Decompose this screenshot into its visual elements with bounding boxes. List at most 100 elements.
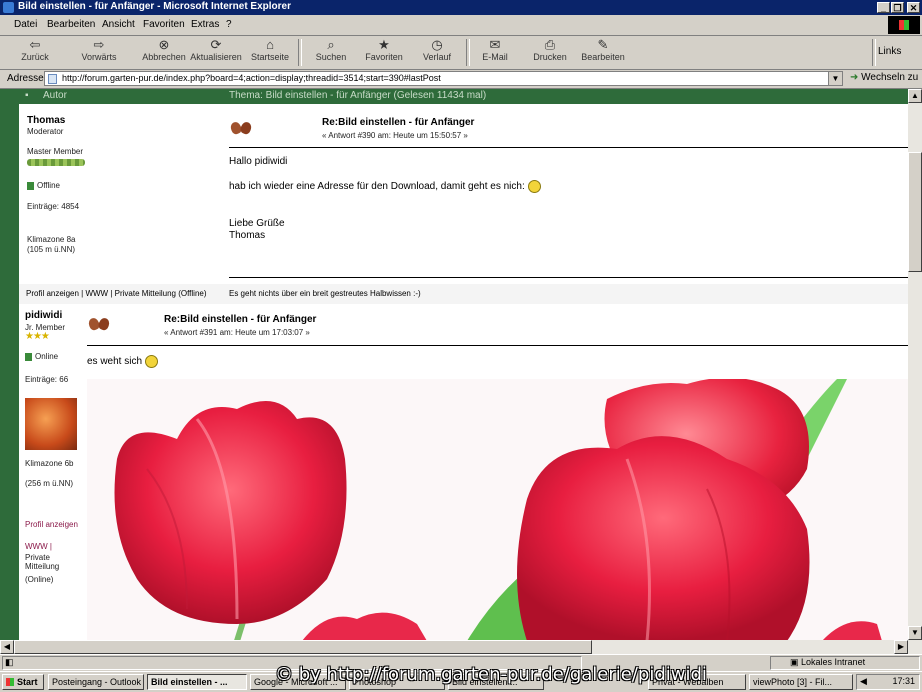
- start-button[interactable]: Start: [2, 674, 44, 690]
- author-role: Moderator: [27, 127, 64, 136]
- post-icon: [89, 318, 109, 330]
- forward-arrow-icon: ⇨: [93, 37, 105, 52]
- scroll-right-button[interactable]: ▶: [894, 640, 908, 654]
- post-body: hab ich wieder eine Adresse für den Down…: [229, 180, 541, 193]
- author-status: Offline: [27, 181, 60, 190]
- toolbar: ⇦ Zurück ⇨ Vorwärts ⊗ Abbrechen ⟳ Aktualisie…: [0, 36, 922, 70]
- task-outlook[interactable]: Posteingang - Outlook Express: [48, 674, 144, 690]
- offline-icon: [27, 181, 34, 190]
- post-icon: [231, 122, 251, 134]
- star-icon: ★★★: [25, 331, 50, 342]
- post-closing-1: Liebe Grüße: [229, 218, 285, 229]
- post-author[interactable]: Thomas: [27, 115, 65, 126]
- vertical-scrollbar[interactable]: ▲ ▼: [908, 89, 922, 640]
- back-arrow-icon: ⇦: [29, 37, 41, 52]
- forward-button[interactable]: ⇨ Vorwärts: [76, 38, 122, 68]
- post-footer: Profil anzeigen | WWW | Private Mitteilu…: [19, 284, 908, 304]
- author-status: Online: [25, 352, 58, 361]
- author-location: (256 m ü.NN): [25, 479, 74, 488]
- www-link[interactable]: WWW |: [25, 542, 52, 551]
- watermark: © by http://forum.garten-pur.de/galerie/…: [275, 664, 707, 685]
- left-border: [0, 89, 19, 640]
- menu-extras[interactable]: Extras: [191, 19, 219, 30]
- edit-button[interactable]: ✎ Bearbeiten: [580, 38, 626, 68]
- post-author[interactable]: pidiwidi: [25, 310, 62, 321]
- search-button[interactable]: ⌕ Suchen: [311, 38, 351, 68]
- smiley-icon: [527, 180, 541, 193]
- post-title[interactable]: Re:Bild einstellen - für Anfänger: [164, 314, 316, 325]
- horizontal-scroll-thumb[interactable]: [14, 640, 592, 654]
- history-icon: ◷: [431, 37, 443, 52]
- go-button[interactable]: ➜ Wechseln zu: [850, 72, 918, 83]
- minimize-button[interactable]: _: [877, 2, 890, 13]
- menu-ansicht[interactable]: Ansicht: [102, 19, 135, 30]
- maximize-button[interactable]: ❐: [891, 2, 904, 13]
- menu-bar: Datei Bearbeiten Ansicht Favoriten Extra…: [0, 15, 922, 36]
- go-arrow-icon: ➜: [850, 72, 859, 83]
- scroll-up-button[interactable]: ▲: [908, 89, 922, 103]
- windows-logo-icon: [888, 16, 920, 34]
- back-button[interactable]: ⇦ Zurück: [16, 38, 54, 68]
- avatar: [25, 398, 77, 450]
- stop-button[interactable]: ⊗ Abbrechen: [140, 38, 188, 68]
- toolbar-separator: [298, 39, 302, 66]
- toolbar-separator: [466, 39, 470, 66]
- tulip-photo: [87, 379, 908, 640]
- security-zone: ▣ Lokales Intranet: [790, 657, 866, 667]
- links-button[interactable]: Links: [878, 46, 901, 57]
- horizontal-scrollbar[interactable]: ◀ ▶: [0, 640, 922, 654]
- history-button[interactable]: ◷ Verlauf: [418, 38, 456, 68]
- edit-icon: ✎: [597, 37, 609, 52]
- refresh-button[interactable]: ⟳ Aktualisieren: [190, 38, 242, 68]
- profile-link[interactable]: Profil anzeigen: [25, 520, 78, 529]
- menu-help[interactable]: ?: [226, 19, 232, 30]
- address-dropdown-button[interactable]: ▼: [828, 72, 842, 85]
- page-done-icon: ◧: [5, 657, 14, 667]
- refresh-icon: ⟳: [210, 37, 222, 52]
- task-viewphoto[interactable]: viewPhoto [3] - Fil...: [749, 674, 853, 690]
- smiley-icon: [144, 355, 158, 368]
- home-icon: ⌂: [266, 37, 274, 52]
- volume-icon[interactable]: ◀: [860, 676, 867, 687]
- menu-favoriten[interactable]: Favoriten: [143, 19, 185, 30]
- post-meta: « Antwort #390 am: Heute um 15:50:57 »: [322, 131, 468, 140]
- address-input[interactable]: http://forum.garten-pur.de/index.php?boa…: [44, 71, 843, 86]
- favorites-button[interactable]: ★ Favoriten: [360, 38, 408, 68]
- author-location: (105 m ü.NN): [27, 245, 76, 254]
- title-bar: Bild einstellen - für Anfänger - Microso…: [0, 0, 922, 15]
- post-thomas: Thomas Moderator Master Member Offline E…: [19, 104, 908, 304]
- author-climate: Klimazone 6b: [25, 459, 74, 468]
- author-icon: ▪: [25, 90, 29, 101]
- clock: 17:31: [892, 676, 915, 686]
- pm-link[interactable]: Private Mitteilung: [25, 553, 70, 571]
- printer-icon: ⎙: [544, 37, 556, 52]
- vertical-scroll-thumb[interactable]: [908, 152, 922, 272]
- online-status: (Online): [25, 575, 54, 584]
- author-posts: Einträge: 66: [25, 375, 69, 384]
- task-bild-einstellen[interactable]: Bild einstellen - ...: [147, 674, 247, 690]
- address-value: http://forum.garten-pur.de/index.php?boa…: [62, 73, 441, 83]
- stop-icon: ⊗: [158, 37, 170, 52]
- favorites-icon: ★: [378, 37, 390, 52]
- mail-button[interactable]: ✉ E-Mail: [476, 38, 514, 68]
- author-climate: Klimazone 8a: [27, 235, 76, 244]
- system-tray: ◀ 17:31: [856, 674, 920, 690]
- rank-badge-icon: [27, 159, 85, 166]
- profile-links[interactable]: Profil anzeigen | WWW | Private Mitteilu…: [26, 289, 207, 298]
- scroll-down-button[interactable]: ▼: [908, 626, 922, 640]
- close-button[interactable]: ✕: [907, 2, 920, 13]
- post-body: es weht sich: [87, 355, 158, 368]
- mail-icon: ✉: [489, 37, 501, 52]
- header-thread-title: Thema: Bild einstellen - für Anfänger (G…: [229, 90, 487, 101]
- header-author: Autor: [43, 90, 67, 101]
- menu-datei[interactable]: Datei: [14, 19, 37, 30]
- post-closing-2: Thomas: [229, 230, 266, 241]
- home-button[interactable]: ⌂ Startseite: [249, 38, 291, 68]
- print-button[interactable]: ⎙ Drucken: [530, 38, 570, 68]
- menu-bearbeiten[interactable]: Bearbeiten: [47, 19, 95, 30]
- post-title[interactable]: Re:Bild einstellen - für Anfänger: [322, 117, 474, 128]
- scroll-left-button[interactable]: ◀: [0, 640, 14, 654]
- thread-header: ▪ Autor Thema: Bild einstellen - für Anf…: [19, 89, 908, 104]
- online-icon: [25, 352, 32, 361]
- post-meta: « Antwort #391 am: Heute um 17:03:07 »: [164, 328, 310, 337]
